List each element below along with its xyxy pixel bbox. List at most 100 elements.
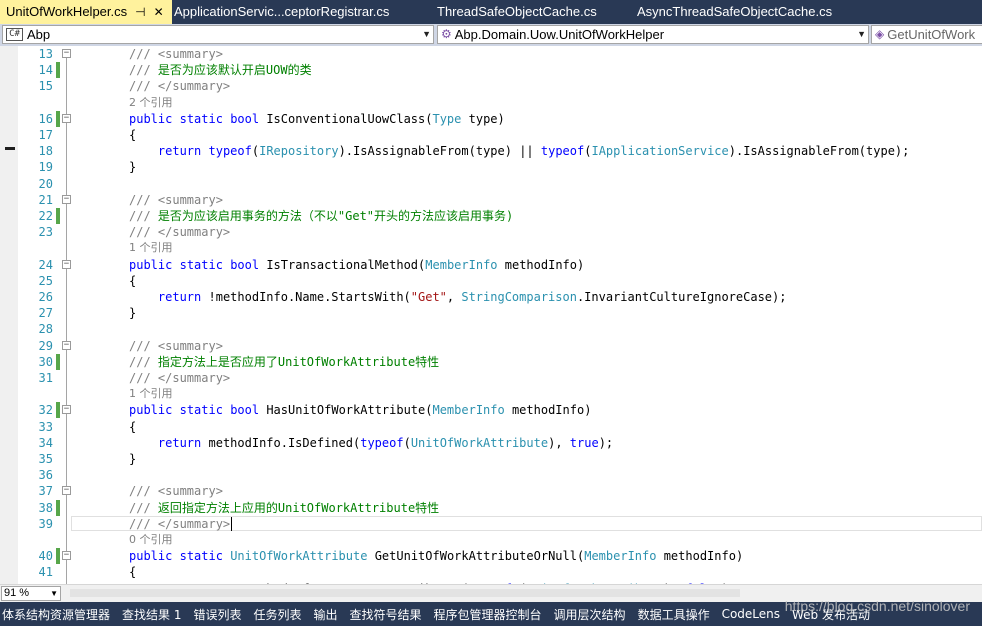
tool-window-tab[interactable]: 任务列表 <box>253 606 301 623</box>
tab-applicationserviceinterceptorregistrar[interactable]: ApplicationServic...ceptorRegistrar.cs <box>168 0 389 24</box>
code-line[interactable]: 23 /// </summary> <box>0 224 982 240</box>
zoom-dropdown[interactable]: 91 % ▼ <box>1 586 61 601</box>
horizontal-scrollbar[interactable] <box>70 589 740 597</box>
code-line[interactable]: 30 /// 指定方法上是否应用了UnitOfWorkAttribute特性 <box>0 353 982 370</box>
code-line[interactable]: 33 { <box>0 419 982 435</box>
change-marker <box>56 353 60 370</box>
tool-window-tab[interactable]: 体系结构资源管理器 <box>2 606 110 623</box>
collapse-icon[interactable]: − <box>62 194 71 204</box>
line-number: 34 <box>38 435 53 450</box>
tool-window-tab[interactable]: 查找结果 1 <box>122 606 181 623</box>
change-marker <box>56 499 60 516</box>
code-line[interactable]: 27} <box>0 305 982 321</box>
line-number: 14 <box>38 63 53 78</box>
tool-window-tab[interactable]: 输出 <box>314 606 338 623</box>
code-text: return typeof(IRepository).IsAssignableF… <box>157 144 910 159</box>
codelens-row[interactable]: 2 个引用 <box>0 95 982 111</box>
collapse-icon[interactable]: − <box>62 405 71 415</box>
code-text: } <box>129 306 137 321</box>
line-number: 32 <box>38 403 53 418</box>
code-line[interactable]: 15 /// </summary> <box>0 78 982 94</box>
line-number: 28 <box>38 322 53 337</box>
code-line[interactable]: 29− /// <summary> <box>0 338 982 354</box>
tool-window-tab[interactable]: 查找符号结果 <box>350 606 422 623</box>
project-dropdown-value: Abp <box>27 27 51 42</box>
watermark: https://blog.csdn.net/sinolover <box>784 598 970 614</box>
member-dropdown-value: GetUnitOfWork <box>887 27 976 42</box>
tool-window-tab[interactable]: CodeLens <box>722 607 780 621</box>
code-line[interactable]: 26 return !methodInfo.Name.StartsWith("G… <box>0 289 982 305</box>
code-line[interactable]: 37− /// <summary> <box>0 483 982 499</box>
project-dropdown[interactable]: C# Abp ▼ <box>2 25 434 44</box>
code-line[interactable]: 14 /// 是否为应该默认开启UOW的类 <box>0 62 982 79</box>
code-line[interactable]: 25 { <box>0 273 982 289</box>
chevron-down-icon: ▼ <box>50 589 58 598</box>
tool-window-tab[interactable]: 错误列表 <box>193 606 241 623</box>
code-line[interactable]: 40− public static UnitOfWorkAttribute Get… <box>0 548 982 565</box>
type-dropdown[interactable]: ⚙ Abp.Domain.Uow.UnitOfWorkHelper ▼ <box>437 25 869 44</box>
collapse-icon[interactable]: − <box>62 49 71 58</box>
code-line[interactable]: 19} <box>0 159 982 175</box>
tool-window-tab[interactable]: 调用层次结构 <box>554 606 626 623</box>
codelens-references[interactable]: 0 个引用 <box>129 532 173 548</box>
code-text: /// </summary> <box>129 225 231 240</box>
chevron-down-icon: ▼ <box>857 29 866 39</box>
code-line[interactable]: 39 /// </summary> <box>0 515 982 532</box>
collapse-icon[interactable]: − <box>62 486 71 496</box>
code-editor[interactable]: 13−/// <summary> 14/// 是否为应该默认开启UOW的类 15//… <box>0 46 982 584</box>
codelens-references[interactable]: 2 个引用 <box>129 95 173 111</box>
code-line[interactable]: 34 return methodInfo.IsDefined(typeof(Un… <box>0 435 982 451</box>
code-line[interactable]: 35} <box>0 451 982 467</box>
line-number: 24 <box>38 257 53 272</box>
code-text: /// <summary> <box>129 47 223 61</box>
collapse-icon[interactable]: − <box>62 551 71 561</box>
tab-label: ApplicationServic...ceptorRegistrar.cs <box>174 4 390 19</box>
tab-asyncthreadsafeobjectcache[interactable]: AsyncThreadSafeObjectCache.cs <box>631 0 871 24</box>
line-number: 36 <box>38 468 53 483</box>
code-line[interactable]: 32− public static bool HasUnitOfWorkAttri… <box>0 402 982 419</box>
code-text: public static bool HasUnitOfWorkAttribut… <box>129 403 592 418</box>
code-text: /// 指定方法上是否应用了UnitOfWorkAttribute特性 <box>129 354 440 369</box>
code-line[interactable]: 31 /// </summary> <box>0 370 982 386</box>
code-text: return !methodInfo.Name.StartsWith("Get"… <box>157 290 787 304</box>
code-line[interactable]: 16− public static bool IsConventionalUowC… <box>0 110 982 127</box>
tab-threadsafeobjectcache[interactable]: ThreadSafeObjectCache.cs <box>431 0 641 24</box>
change-marker <box>56 548 60 565</box>
code-text: /// </summary> <box>129 516 231 531</box>
code-line[interactable]: 36 <box>0 467 982 483</box>
tool-window-tab[interactable]: 数据工具操作 <box>638 606 710 623</box>
code-line[interactable]: 28 <box>0 321 982 337</box>
codelens-references[interactable]: 1 个引用 <box>129 386 173 402</box>
code-line[interactable]: 38 /// 返回指定方法上应用的UnitOfWorkAttribute特性 <box>0 499 982 516</box>
code-text: /// <summary> <box>129 192 223 207</box>
close-icon[interactable]: ✕ <box>154 0 164 24</box>
codelens-row[interactable]: 0 个引用 <box>0 532 982 548</box>
codelens-row[interactable]: 1 个引用 <box>0 386 982 402</box>
codelens-references[interactable]: 1 个引用 <box>129 240 173 256</box>
pin-icon[interactable]: ⊣ <box>135 0 145 24</box>
line-number: 41 <box>38 565 53 580</box>
code-line[interactable]: 22 /// 是否为应该启用事务的方法（不以"Get"开头的方法应该启用事务) <box>0 208 982 224</box>
line-number: 26 <box>38 290 53 304</box>
collapse-icon[interactable]: − <box>62 340 71 350</box>
collapse-icon[interactable]: − <box>62 113 71 123</box>
code-text: } <box>129 452 137 466</box>
collapse-icon[interactable]: − <box>62 259 71 269</box>
code-line[interactable]: 24− public static bool IsTransactionalMet… <box>0 257 982 273</box>
code-line[interactable]: 20 <box>0 176 982 192</box>
csharp-project-icon: C# <box>6 28 23 41</box>
member-dropdown[interactable]: ◈ GetUnitOfWork <box>871 25 982 44</box>
change-marker <box>56 402 60 419</box>
codelens-row[interactable]: 1 个引用 <box>0 240 982 256</box>
code-line[interactable]: 13− /// <summary> <box>0 46 982 62</box>
code-line[interactable]: 18 return typeof(IRepository).IsAssignab… <box>0 143 982 159</box>
line-number: 18 <box>38 144 53 159</box>
code-text: /// 是否为应该启用事务的方法（不以"Get"开头的方法应该启用事务) <box>129 209 514 223</box>
code-line[interactable]: 21− /// <summary> <box>0 192 982 208</box>
zoom-value: 91 % <box>4 587 30 599</box>
code-line[interactable]: 41 { <box>0 564 982 580</box>
type-dropdown-value: Abp.Domain.Uow.UnitOfWorkHelper <box>454 27 665 42</box>
code-line[interactable]: 17 { <box>0 127 982 143</box>
tab-unitofworkhelper[interactable]: UnitOfWorkHelper.cs ⊣ ✕ <box>0 0 172 24</box>
tool-window-tab[interactable]: 程序包管理器控制台 <box>434 606 542 623</box>
